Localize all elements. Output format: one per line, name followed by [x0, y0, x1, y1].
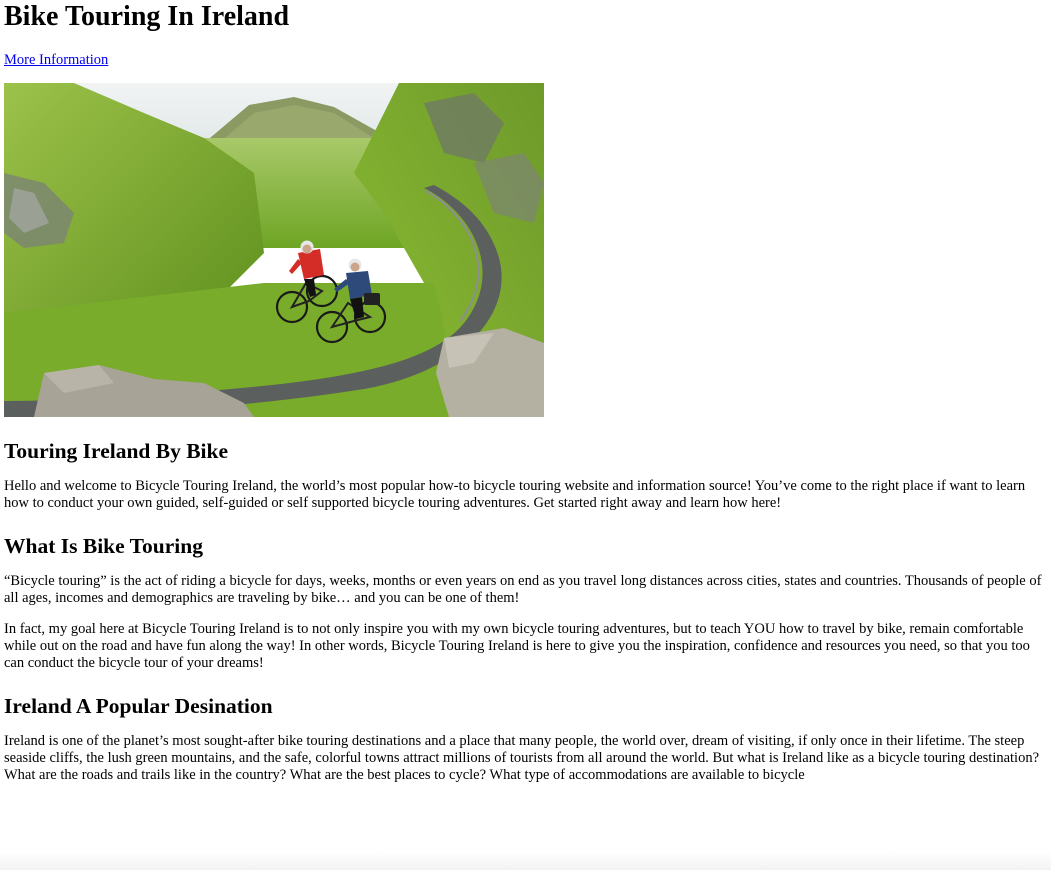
section-heading-popular-destination: Ireland A Popular Desination: [4, 694, 273, 718]
window-bottom-shade: [0, 852, 1051, 870]
section-paragraph-popular-destination: Ireland is one of the planet’s most soug…: [4, 733, 1040, 783]
page-content: Bike Touring In Ireland More Information: [0, 0, 1051, 784]
section-heading-touring: Touring Ireland By Bike: [4, 439, 229, 463]
section-paragraph-what-is-1: “Bicycle touring” is the act of riding a…: [4, 573, 1042, 606]
hero-image: [4, 83, 544, 417]
section-heading-what-is: What Is Bike Touring: [4, 534, 203, 558]
section-paragraph-what-is-2: In fact, my goal here at Bicycle Touring…: [4, 621, 1030, 671]
more-information-link[interactable]: More Information: [4, 52, 108, 68]
more-information-container: More Information: [4, 52, 1047, 68]
section-paragraph-touring: Hello and welcome to Bicycle Touring Ire…: [4, 478, 1026, 511]
page-title: Bike Touring In Ireland: [4, 1, 290, 32]
